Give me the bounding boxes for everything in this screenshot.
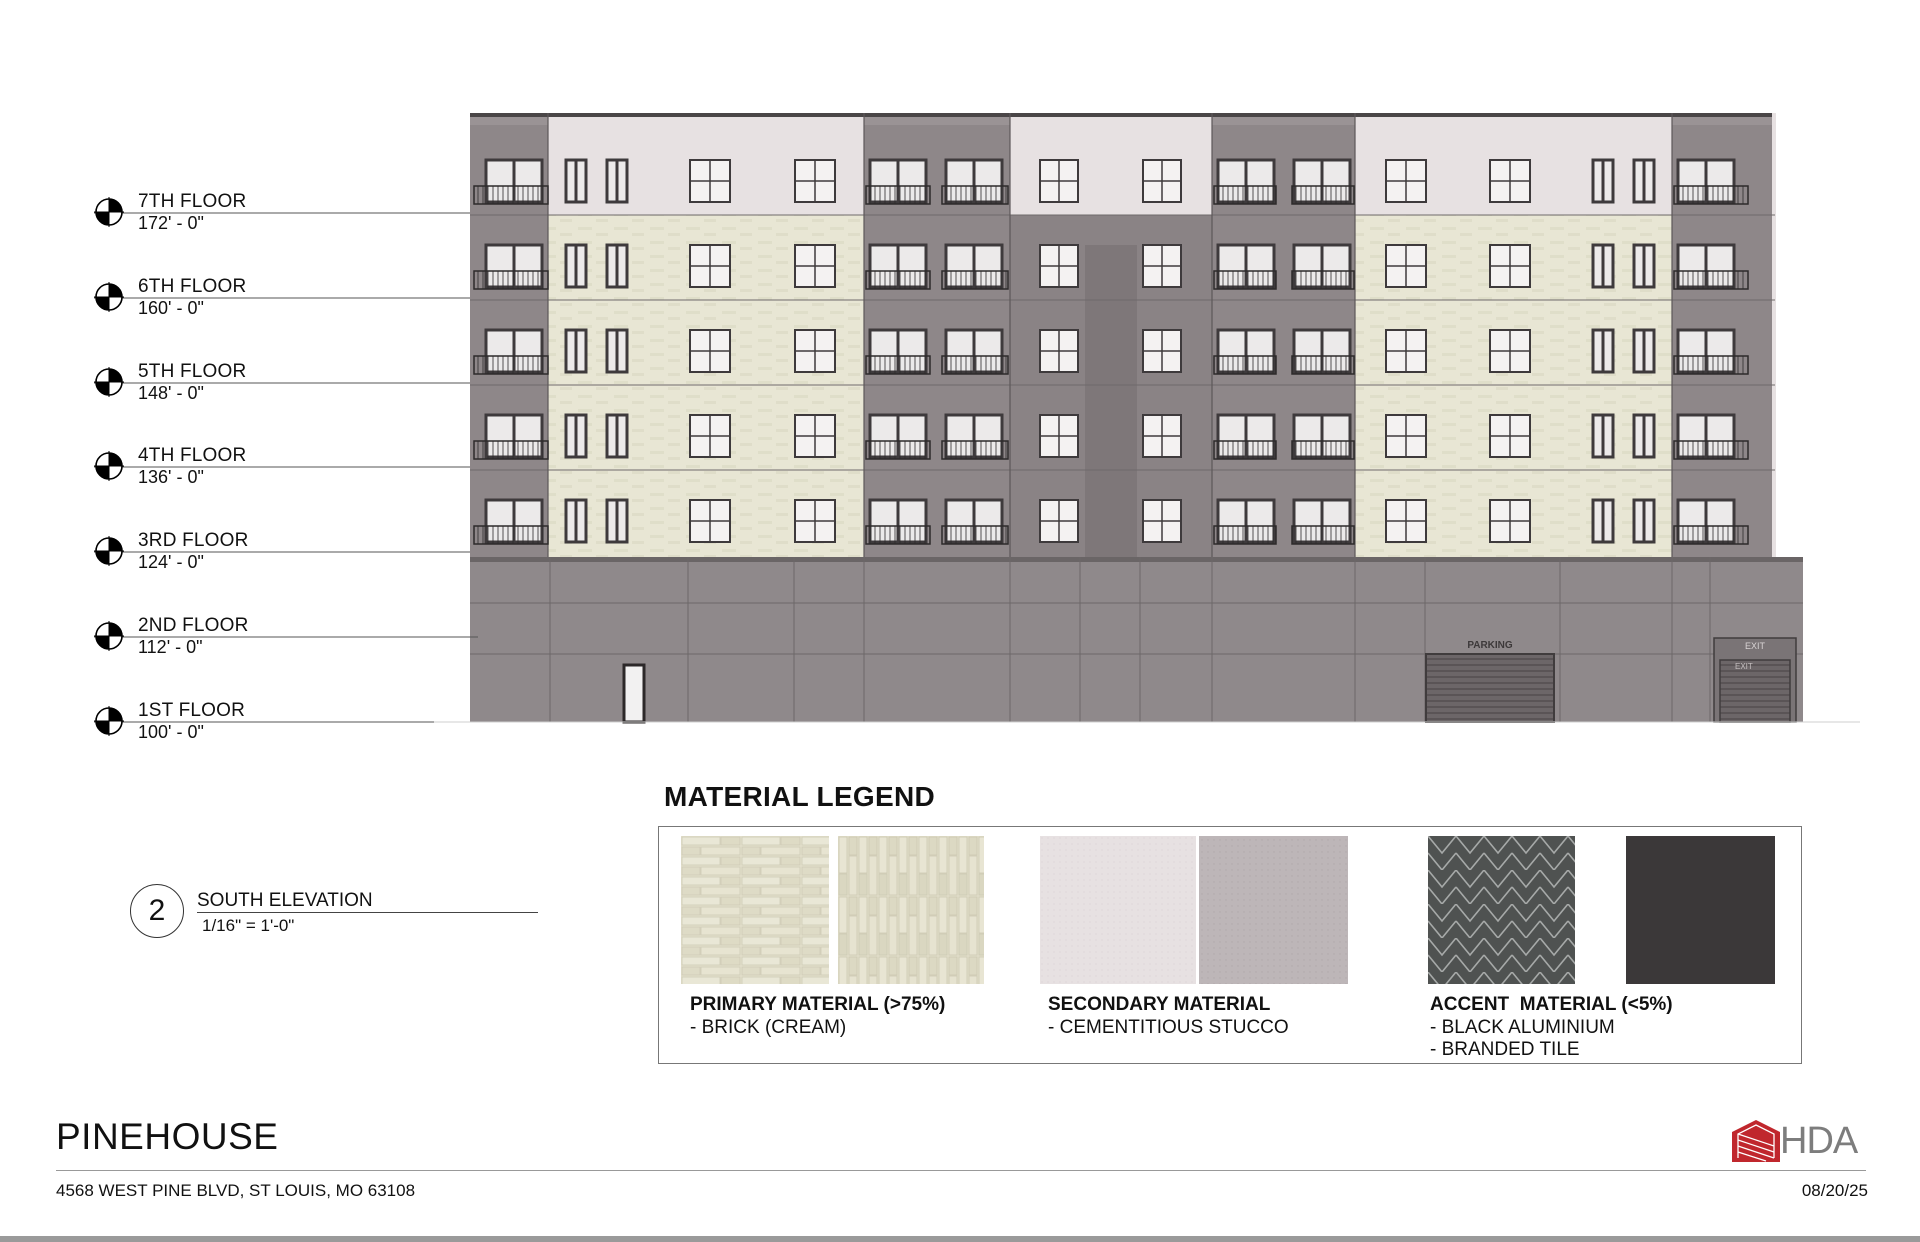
footer-rule [56,1170,1866,1171]
level-name: 4TH FLOOR [138,445,247,466]
level-name: 2ND FLOOR [138,615,249,636]
exit-sign-door: EXIT [1735,662,1753,671]
level-elevation: 172' - 0" [138,213,204,233]
exit-sign: EXIT [1745,641,1766,651]
entry-door [622,663,646,724]
level-name: 7TH FLOOR [138,191,247,212]
secondary-material-line-1: - CEMENTITIOUS STUCCO [1048,1017,1289,1038]
level-marker: 5TH FLOOR 148' - 0" [90,361,490,403]
parapet-cap [470,113,1775,117]
level-name: 5TH FLOOR [138,361,247,382]
level-marker: 1ST FLOOR 100' - 0" [90,700,490,742]
view-title-rule [197,912,538,913]
podium-base [470,557,1803,722]
project-name: PINEHOUSE [56,1116,279,1157]
level-datum-icon [94,451,124,481]
logo-building-icon [1732,1120,1780,1162]
project-address: 4568 WEST PINE BLVD, ST LOUIS, MO 63108 [56,1181,416,1200]
center-recess-strip [1085,245,1137,557]
level-datum-icon [94,367,124,397]
swatch-brick-vertical [838,836,984,984]
swatch-branded-tile [1428,836,1575,984]
level-marker: 7TH FLOOR 172' - 0" [90,191,490,233]
level-datum-icon [94,197,124,227]
level-marker: 6TH FLOOR 160' - 0" [90,276,490,318]
parking-garage-door [1425,653,1555,723]
accent-material-title: ACCENT MATERIAL (<5%) [1430,994,1673,1015]
level-name: 3RD FLOOR [138,530,249,551]
swatch-stucco-light [1040,836,1196,984]
secondary-material-title: SECONDARY MATERIAL [1048,994,1271,1015]
sheet-date: 08/20/25 [1801,1181,1868,1200]
parking-sign: PARKING [1467,640,1513,651]
elevation-view-tag: 2 SOUTH ELEVATION 1/16" = 1'-0" [130,884,550,944]
level-datum-icon [94,282,124,312]
bottom-border-bar [0,1236,1920,1242]
level-marker: 3RD FLOOR 124' - 0" [90,530,490,572]
level-elevation: 160' - 0" [138,298,204,318]
hda-logo: HDA [1730,1118,1870,1164]
level-elevation: 100' - 0" [138,722,204,742]
legend-title: MATERIAL LEGEND [664,781,936,812]
level-name: 1ST FLOOR [138,700,246,721]
primary-material-line-1: - BRICK (CREAM) [690,1017,847,1038]
level-datum-icon [94,536,124,566]
view-number-bubble: 2 [130,884,184,938]
logo-wordmark: HDA [1780,1120,1858,1162]
level-elevation: 136' - 0" [138,467,204,487]
drawing-sheet: PARKING EXIT EXIT 7TH FLOOR 172' - 0" 6TH FL… [0,0,1920,1242]
view-title: SOUTH ELEVATION [197,890,373,911]
right-edge-trim [1772,113,1776,557]
view-scale: 1/16" = 1'-0" [202,916,295,935]
level-elevation: 148' - 0" [138,383,204,403]
exit-door [1719,659,1791,723]
primary-material-title: PRIMARY MATERIAL (>75%) [690,994,946,1015]
accent-material-line-1: - BLACK ALUMINIUM [1430,1017,1615,1038]
level-elevation: 112' - 0" [138,637,203,657]
level-name: 6TH FLOOR [138,276,247,297]
level-datum-icon [94,621,124,651]
swatch-brick-horizontal [681,836,829,984]
accent-material-line-2: - BRANDED TILE [1430,1039,1580,1060]
swatch-stucco-mid [1199,836,1348,984]
level-marker: 2ND FLOOR 112' - 0" [90,615,490,657]
level-datum-icon [94,706,124,736]
swatch-black-aluminium [1626,836,1775,984]
level-elevation: 124' - 0" [138,552,204,572]
level-marker: 4TH FLOOR 136' - 0" [90,445,490,487]
podium-cap [470,557,1803,562]
